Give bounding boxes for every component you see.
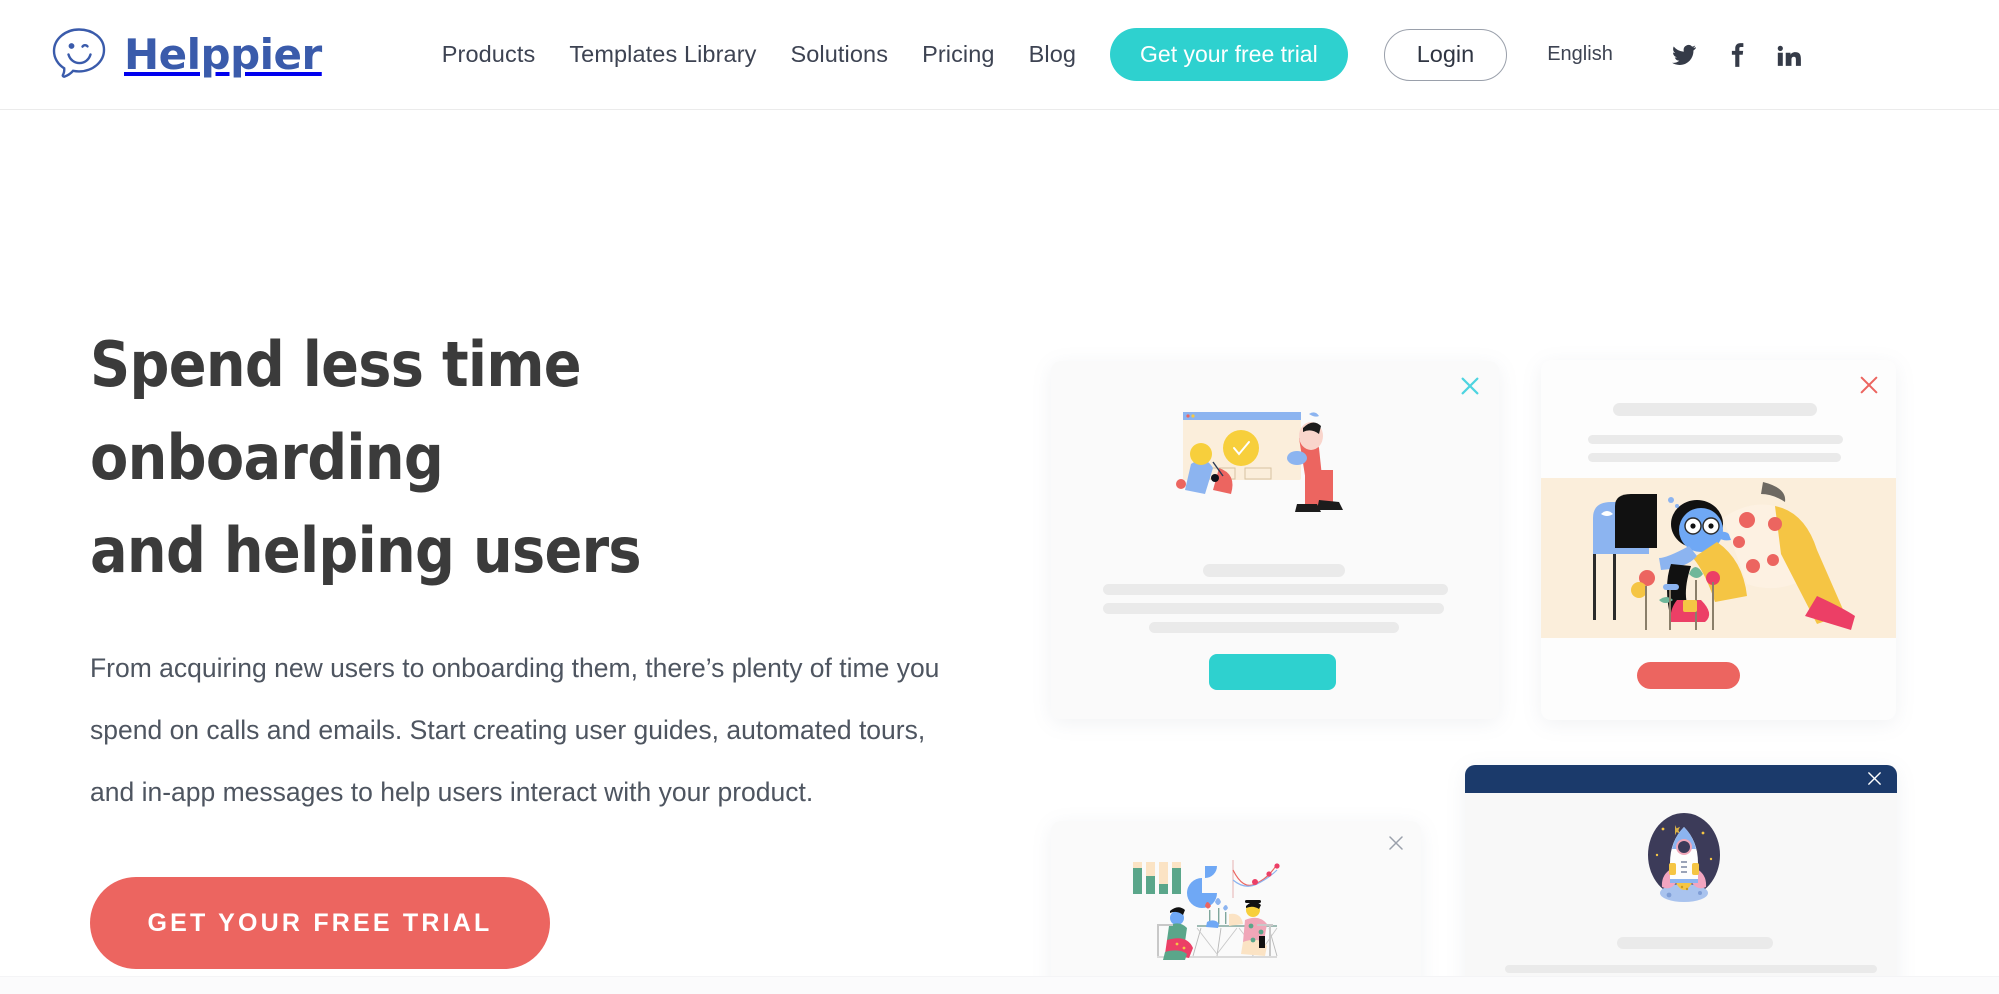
placeholder-title bbox=[1613, 403, 1817, 416]
placeholder-line bbox=[1103, 603, 1444, 614]
top-navigation-bar: Helppier Products Templates Library Solu… bbox=[0, 0, 1999, 110]
card-analytics[interactable] bbox=[1051, 821, 1421, 994]
hero-section: Spend less time onboarding and helping u… bbox=[0, 110, 1999, 994]
placeholder-title bbox=[1203, 564, 1345, 577]
card-primary-button[interactable] bbox=[1637, 662, 1740, 689]
close-icon[interactable] bbox=[1459, 375, 1481, 397]
close-icon[interactable] bbox=[1387, 834, 1405, 852]
social-links bbox=[1671, 42, 1801, 68]
page-bottom-band bbox=[0, 976, 1999, 994]
artwork-person-at-mailbox bbox=[1541, 478, 1896, 638]
hero-illustration bbox=[1050, 110, 1999, 994]
placeholder-line bbox=[1103, 584, 1448, 595]
placeholder-line bbox=[1149, 622, 1399, 633]
close-icon[interactable] bbox=[1858, 374, 1880, 396]
placeholder-line bbox=[1588, 453, 1841, 462]
artwork-person-carrying-browser bbox=[1176, 412, 1343, 512]
brand-name: Helppier bbox=[124, 29, 322, 79]
get-free-trial-hero-button[interactable]: GET YOUR FREE TRIAL bbox=[90, 877, 550, 969]
card-browser-checkmark[interactable] bbox=[1051, 361, 1499, 719]
card-header-bar bbox=[1465, 765, 1897, 793]
winking-smiley-speech-bubble-icon bbox=[48, 24, 110, 86]
main-menu: Products Templates Library Solutions Pri… bbox=[442, 41, 1076, 68]
facebook-icon[interactable] bbox=[1723, 42, 1749, 68]
placeholder-line bbox=[1588, 435, 1843, 444]
get-free-trial-nav-button[interactable]: Get your free trial bbox=[1110, 28, 1348, 81]
close-icon[interactable] bbox=[1866, 770, 1883, 787]
nav-link-blog[interactable]: Blog bbox=[1029, 41, 1076, 68]
login-button[interactable]: Login bbox=[1383, 28, 1508, 81]
headline-line-1: Spend less time onboarding bbox=[90, 328, 582, 494]
nav-link-templates-library[interactable]: Templates Library bbox=[569, 41, 756, 68]
hero-description: From acquiring new users to onboarding t… bbox=[90, 653, 940, 807]
nav-link-solutions[interactable]: Solutions bbox=[790, 41, 888, 68]
artwork-charts-and-people bbox=[1133, 860, 1280, 960]
nav-link-products[interactable]: Products bbox=[442, 41, 536, 68]
placeholder-title bbox=[1617, 937, 1773, 949]
artwork-rocket-on-moon bbox=[1648, 813, 1720, 902]
card-primary-button[interactable] bbox=[1209, 654, 1336, 690]
headline-line-2: and helping users bbox=[90, 514, 642, 587]
nav-link-pricing[interactable]: Pricing bbox=[922, 41, 995, 68]
language-selector[interactable]: English bbox=[1547, 43, 1613, 66]
placeholder-line bbox=[1505, 965, 1877, 973]
card-mailbox[interactable] bbox=[1541, 360, 1896, 720]
twitter-icon[interactable] bbox=[1671, 42, 1697, 68]
linkedin-icon[interactable] bbox=[1775, 42, 1801, 68]
brand-logo[interactable]: Helppier bbox=[48, 24, 322, 86]
card-rocket[interactable] bbox=[1465, 765, 1897, 994]
hero-copy-column: Spend less time onboarding and helping u… bbox=[0, 110, 1050, 994]
page-title: Spend less time onboarding and helping u… bbox=[90, 318, 810, 597]
